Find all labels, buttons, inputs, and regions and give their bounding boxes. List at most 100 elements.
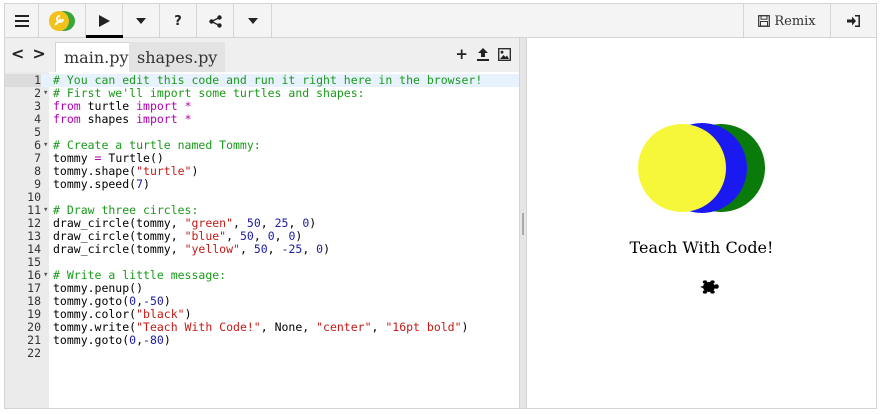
- code-token: ,: [136, 294, 144, 308]
- splitter-grip-icon[interactable]: [522, 213, 524, 235]
- fold-toggle-icon[interactable]: ▾: [43, 269, 48, 282]
- code-token: "center": [316, 320, 372, 334]
- file-actions: +: [455, 46, 511, 62]
- code-line[interactable]: 4 from shapes import *: [5, 113, 519, 126]
- code-token: ,: [239, 242, 254, 256]
- code-text[interactable]: from shapes import *: [53, 113, 192, 126]
- code-token: tommy.goto(: [53, 333, 130, 347]
- run-options-dropdown[interactable]: [123, 4, 160, 38]
- code-token: tommy.color(: [53, 307, 137, 321]
- remix-button[interactable]: Remix: [743, 4, 831, 38]
- save-icon: [758, 15, 771, 27]
- sign-in-icon: [847, 15, 860, 27]
- code-editor-pane: < > main.py shapes.py + 1 # You can edit…: [5, 38, 519, 408]
- add-file-icon[interactable]: +: [455, 46, 468, 62]
- code-token: "turtle": [136, 164, 192, 178]
- code-line[interactable]: 21 tommy.goto(0,-80): [5, 334, 519, 347]
- code-token: ): [309, 216, 317, 230]
- code-token: 50: [239, 229, 254, 243]
- code-token: shapes: [80, 112, 137, 126]
- code-token: tommy: [53, 151, 95, 165]
- code-text[interactable]: draw_circle(tommy, "yellow", 50, -25, 0): [53, 243, 330, 256]
- fold-toggle-icon[interactable]: ▾: [43, 139, 48, 152]
- chevron-left-icon[interactable]: <: [11, 44, 26, 63]
- fold-toggle-icon[interactable]: ▾: [43, 204, 48, 217]
- code-line[interactable]: 22: [5, 347, 519, 360]
- code-area[interactable]: 1 # You can edit this code and run it rig…: [5, 72, 519, 408]
- code-token: *: [184, 99, 192, 113]
- trinket-logo-icon: [49, 11, 75, 31]
- code-token: turtle: [80, 99, 137, 113]
- yellow-circle: [638, 124, 726, 212]
- logo-button[interactable]: [39, 4, 86, 38]
- chevron-right-icon[interactable]: >: [32, 44, 47, 63]
- code-token: import: [136, 99, 178, 113]
- run-button[interactable]: [86, 4, 123, 38]
- image-library-icon[interactable]: [498, 47, 511, 61]
- pane-splitter[interactable]: [519, 38, 527, 408]
- code-token: 7: [136, 177, 144, 191]
- code-token: from: [53, 99, 81, 113]
- menu-button[interactable]: [5, 4, 39, 38]
- line-number: 22: [27, 346, 41, 360]
- code-line[interactable]: 9 tommy.speed(7): [5, 178, 519, 191]
- tab-label: shapes.py: [137, 47, 218, 67]
- code-token: ,: [302, 242, 317, 256]
- code-token: -50: [143, 294, 164, 308]
- sign-in-button[interactable]: [831, 4, 876, 38]
- code-token: # Draw three circles:: [53, 203, 199, 217]
- code-token: # Create a turtle named Tommy:: [53, 138, 261, 152]
- code-token: ): [191, 164, 199, 178]
- code-token: from: [53, 112, 81, 126]
- share-button[interactable]: [197, 4, 234, 38]
- code-token: 50: [253, 242, 268, 256]
- code-token: "blue": [184, 229, 227, 243]
- remix-label: Remix: [774, 13, 816, 29]
- code-token: tommy.shape(: [53, 164, 137, 178]
- code-token: # Write a little message:: [53, 268, 227, 282]
- code-token: , None,: [260, 320, 317, 334]
- code-token: # First we'll import some turtles and sh…: [53, 86, 365, 100]
- code-token: ): [461, 320, 469, 334]
- turtle-output-canvas: Teach With Code!: [527, 38, 876, 408]
- code-token: draw_circle(tommy,: [53, 216, 185, 230]
- code-token: "black": [136, 307, 185, 321]
- share-options-dropdown[interactable]: [234, 4, 272, 38]
- code-text[interactable]: tommy.goto(0,-80): [53, 334, 171, 347]
- fold-toggle-icon[interactable]: ▾: [43, 87, 48, 100]
- help-button[interactable]: ?: [160, 4, 197, 38]
- caret-down-icon: [247, 18, 258, 24]
- code-token: ,: [267, 242, 282, 256]
- code-token: ,: [136, 333, 144, 347]
- code-token: ): [295, 229, 303, 243]
- tab-scroll-arrows[interactable]: < >: [11, 44, 54, 63]
- code-token: draw_circle(tommy,: [53, 229, 185, 243]
- code-token: "16pt bold": [385, 320, 462, 334]
- code-token: ,: [260, 216, 275, 230]
- code-token: ): [143, 177, 150, 191]
- code-token: ): [323, 242, 331, 256]
- code-line[interactable]: 14 draw_circle(tommy, "yellow", 50, -25, …: [5, 243, 519, 256]
- code-token: ): [163, 333, 171, 347]
- turtle-drawing: [638, 123, 765, 294]
- caret-down-icon: [136, 18, 146, 24]
- tab-shapes-py[interactable]: shapes.py: [129, 42, 226, 72]
- code-token: ,: [274, 229, 289, 243]
- code-token: ): [184, 307, 192, 321]
- tab-main-py[interactable]: main.py: [55, 42, 138, 72]
- code-text[interactable]: tommy.speed(7): [53, 178, 150, 191]
- code-token: Turtle(): [101, 151, 164, 165]
- upload-icon[interactable]: [477, 47, 489, 61]
- code-token: *: [184, 112, 192, 126]
- code-token: -25: [281, 242, 303, 256]
- code-token: ,: [288, 216, 303, 230]
- turtle-message-text: Teach With Code!: [629, 238, 774, 257]
- code-token: 50: [246, 216, 261, 230]
- code-token: 25: [274, 216, 289, 230]
- tab-label: main.py: [64, 48, 129, 67]
- code-token: ): [163, 294, 171, 308]
- code-token: tommy.write(: [53, 320, 137, 334]
- code-token: tommy.goto(: [53, 294, 130, 308]
